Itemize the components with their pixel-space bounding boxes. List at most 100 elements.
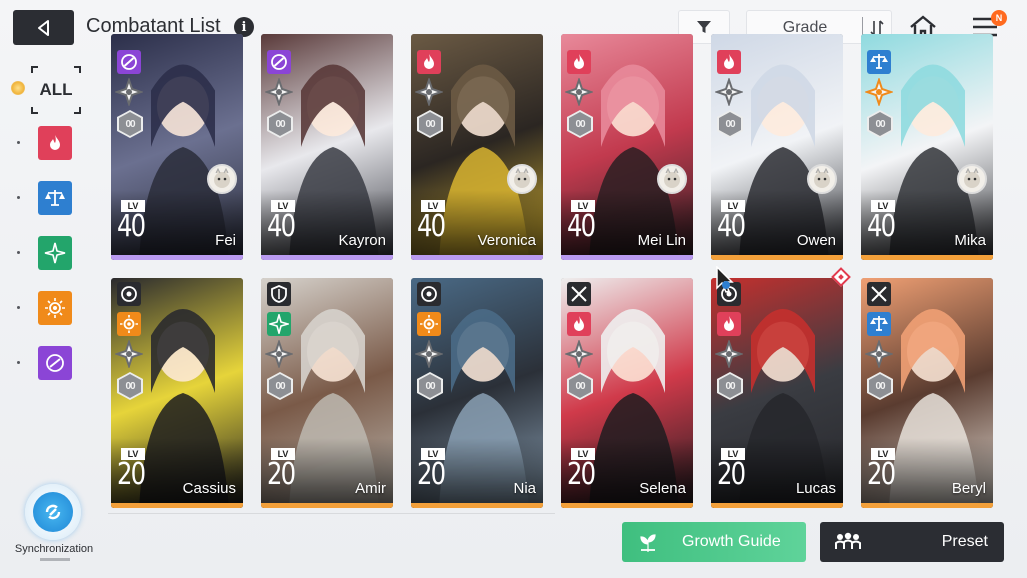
- back-arrow-icon: [37, 19, 49, 36]
- cursor-icon: [716, 266, 734, 293]
- rarity-bar: [261, 255, 393, 260]
- level-number: 40: [267, 209, 296, 244]
- back-button[interactable]: [13, 10, 74, 45]
- awaken-hex-value: 00: [419, 374, 441, 398]
- wind-icon: [44, 242, 66, 264]
- combatant-name: Cassius: [182, 480, 236, 497]
- synchronization-button[interactable]: [25, 484, 81, 540]
- combatant-name: Beryl: [951, 480, 986, 497]
- wind-element-icon: [267, 312, 291, 336]
- combatant-card[interactable]: 00 LV 20 Lucas: [711, 278, 843, 508]
- shuriken-icon: [713, 338, 745, 370]
- shuriken-icon: [413, 76, 445, 108]
- combatant-name: Mei Lin: [637, 232, 686, 249]
- awaken-hex-value: 00: [569, 112, 591, 136]
- combatant-grid: 00 LV 40 Fei 00 LV 40 Kayron 00 LV 40 Veronica 00…: [108, 34, 998, 514]
- rarity-bar: [861, 503, 993, 508]
- class-icon: [267, 282, 291, 306]
- combatant-card[interactable]: 00 LV 40 Veronica: [411, 34, 543, 260]
- combatant-card[interactable]: 00 LV 20 Cassius: [111, 278, 243, 508]
- awaken-hex-value: 00: [869, 112, 891, 136]
- rarity-bar: [561, 255, 693, 260]
- filter-balance[interactable]: [38, 181, 72, 215]
- void-icon: [46, 354, 64, 372]
- class-icon: [117, 282, 141, 306]
- sync-progress-bar: [40, 558, 70, 561]
- sync-icon-bg: [33, 492, 73, 532]
- combatant-card[interactable]: 00 LV 40 Fei: [111, 34, 243, 260]
- shuriken-icon: [113, 338, 145, 370]
- class-icon: [567, 282, 591, 306]
- rarity-bar: [111, 503, 243, 508]
- pet-avatar: [957, 164, 987, 194]
- shuriken-icon: [413, 338, 445, 370]
- balance-element-icon: [867, 312, 891, 336]
- shuriken-icon: [563, 338, 595, 370]
- synchronization-label: Synchronization: [14, 543, 94, 555]
- filter-wind[interactable]: [38, 236, 72, 270]
- combatant-card[interactable]: 00 LV 20 Nia: [411, 278, 543, 508]
- combatant-name: Selena: [639, 480, 686, 497]
- shuriken-icon: [263, 338, 295, 370]
- shuriken-icon: [863, 76, 895, 108]
- fire-element-icon: [717, 50, 741, 74]
- preset-label: Preset: [941, 533, 988, 550]
- fire-element-icon: [717, 312, 741, 336]
- level-number: 20: [417, 457, 446, 492]
- growth-guide-label: Growth Guide: [682, 533, 781, 550]
- filter-tick: [17, 306, 20, 309]
- corner-tl: [31, 66, 38, 73]
- filter-void[interactable]: [38, 346, 72, 380]
- rarity-bar: [711, 255, 843, 260]
- filter-fire[interactable]: [38, 126, 72, 160]
- balance-element-icon: [867, 50, 891, 74]
- level-number: 20: [267, 457, 296, 492]
- combatant-name: Amir: [355, 480, 386, 497]
- filter-all-label: ALL: [39, 80, 73, 99]
- level-number: 40: [867, 209, 896, 244]
- combatant-card[interactable]: 00 LV 40 Mika: [861, 34, 993, 260]
- awaken-hex-value: 00: [269, 374, 291, 398]
- awaken-hex-value: 00: [419, 112, 441, 136]
- corner-br: [74, 107, 81, 114]
- filter-light[interactable]: [38, 291, 72, 325]
- rarity-bar: [411, 503, 543, 508]
- corner-tr: [74, 66, 81, 73]
- shuriken-icon: [713, 76, 745, 108]
- combatant-card[interactable]: 00 LV 20 Beryl: [861, 278, 993, 508]
- light-element-icon: [417, 312, 441, 336]
- combatant-card[interactable]: 00 LV 20 Amir: [261, 278, 393, 508]
- light-icon: [45, 298, 65, 318]
- combatant-card[interactable]: 00 LV 40 Mei Lin: [561, 34, 693, 260]
- level-number: 40: [717, 209, 746, 244]
- filter-all[interactable]: ALL: [31, 66, 81, 114]
- growth-guide-button[interactable]: Growth Guide: [622, 522, 806, 562]
- combatant-name: Mika: [954, 232, 986, 249]
- shuriken-icon: [263, 76, 295, 108]
- combatant-name: Veronica: [477, 232, 536, 249]
- fire-element-icon: [567, 50, 591, 74]
- notification-badge: N: [991, 10, 1007, 26]
- preset-button[interactable]: Preset: [820, 522, 1004, 562]
- team-icon: [835, 532, 861, 549]
- void-element-icon: [117, 50, 141, 74]
- rarity-bar: [111, 255, 243, 260]
- fire-icon: [50, 135, 60, 150]
- awaken-hex-value: 00: [869, 374, 891, 398]
- combatant-card[interactable]: 00 LV 40 Kayron: [261, 34, 393, 260]
- level-number: 20: [867, 457, 896, 492]
- void-element-icon: [267, 50, 291, 74]
- awaken-hex-value: 00: [719, 112, 741, 136]
- rarity-bar: [711, 503, 843, 508]
- rarity-bar: [561, 503, 693, 508]
- level-number: 40: [417, 209, 446, 244]
- filter-tick: [17, 361, 20, 364]
- combatant-card[interactable]: 00 LV 20 Selena: [561, 278, 693, 508]
- combatant-card[interactable]: 00 LV 40 Owen: [711, 34, 843, 260]
- level-number: 20: [717, 457, 746, 492]
- selected-dot-icon: [11, 81, 25, 95]
- awaken-hex-value: 00: [719, 374, 741, 398]
- class-icon: [417, 282, 441, 306]
- pet-avatar: [657, 164, 687, 194]
- awaken-hex-value: 00: [119, 112, 141, 136]
